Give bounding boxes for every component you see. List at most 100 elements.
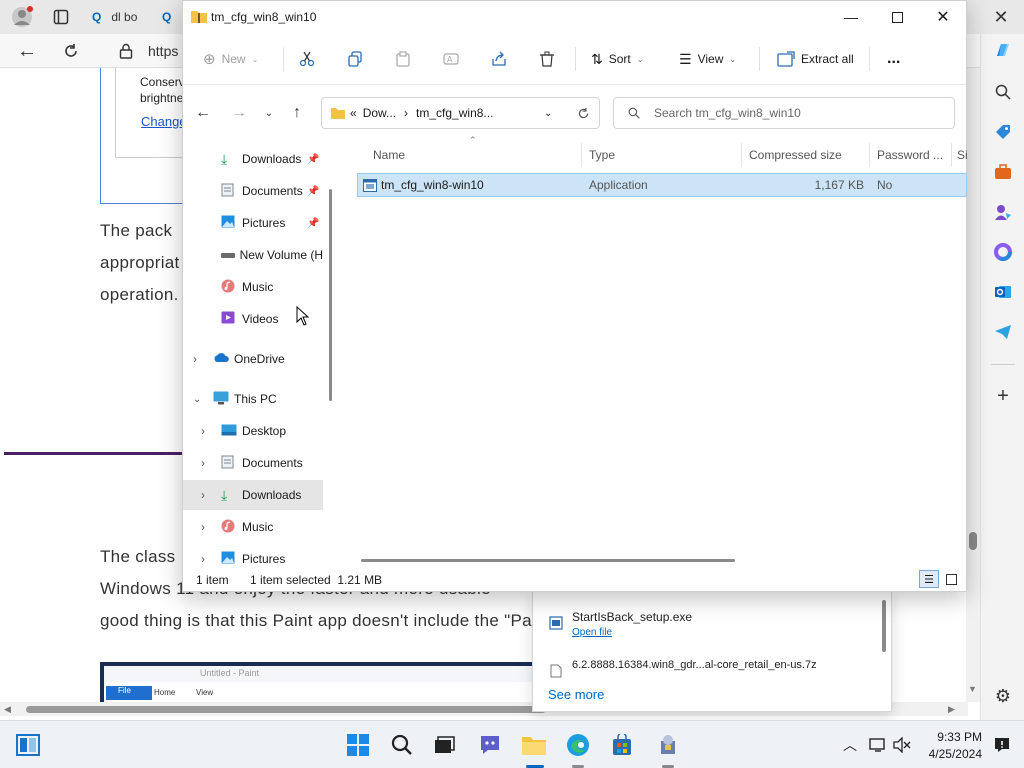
volume-muted-icon[interactable]: [886, 729, 918, 761]
open-file-link[interactable]: Open file: [572, 627, 612, 638]
path-segment[interactable]: tm_cfg_win8...: [416, 106, 493, 120]
nav-item-documents[interactable]: Documents 📌: [183, 176, 323, 206]
back-arrow-icon[interactable]: ←: [191, 101, 215, 125]
file-explorer-taskbar-icon[interactable]: [518, 729, 550, 761]
chevron-right-icon[interactable]: ›: [201, 424, 219, 438]
task-view-icon[interactable]: [428, 729, 460, 761]
new-button[interactable]: ⊕ New ⌄: [203, 47, 258, 71]
address-box[interactable]: « Dow... › tm_cfg_win8... ⌄: [321, 97, 600, 129]
file-row[interactable]: tm_cfg_win8-win10 Application 1,167 KB N…: [357, 173, 967, 197]
file-list-horizontal-scrollbar[interactable]: [361, 559, 735, 562]
share-button[interactable]: [491, 47, 507, 71]
tag-icon[interactable]: [991, 120, 1015, 144]
profile-avatar[interactable]: [10, 5, 34, 29]
tiles-view-icon[interactable]: [941, 570, 961, 588]
chevron-right-icon[interactable]: ›: [201, 488, 219, 502]
chevron-down-icon[interactable]: ⌄: [193, 394, 211, 405]
column-separator[interactable]: [741, 143, 742, 167]
add-icon[interactable]: +: [991, 384, 1015, 408]
refresh-icon[interactable]: [58, 39, 84, 63]
column-header-type[interactable]: Type: [589, 143, 739, 167]
rename-button[interactable]: A: [443, 47, 459, 71]
column-header-name[interactable]: Name: [373, 143, 581, 167]
installer-app-icon[interactable]: [652, 729, 684, 761]
up-arrow-icon[interactable]: ↑: [285, 101, 309, 125]
office-icon[interactable]: [991, 240, 1015, 264]
url-text[interactable]: https: [148, 43, 178, 59]
lock-icon[interactable]: [116, 41, 136, 61]
store-icon[interactable]: [606, 729, 638, 761]
scroll-thumb[interactable]: [26, 706, 546, 713]
delete-button[interactable]: [539, 47, 555, 71]
scroll-down-arrow[interactable]: ▼: [968, 684, 977, 694]
column-separator[interactable]: [581, 143, 582, 167]
nav-item-new-volume[interactable]: New Volume (H: [183, 240, 323, 270]
chevron-down-icon[interactable]: ⌄: [544, 108, 552, 119]
notification-icon[interactable]: [986, 729, 1018, 761]
copy-button[interactable]: [347, 47, 363, 71]
column-separator[interactable]: [951, 143, 952, 167]
column-header-size[interactable]: Si: [957, 143, 967, 167]
nav-item-music[interactable]: Music: [183, 272, 323, 302]
toolbox-icon[interactable]: [991, 160, 1015, 184]
details-view-icon[interactable]: ☰: [919, 570, 939, 588]
refresh-icon[interactable]: [571, 101, 595, 125]
nav-item-this-pc[interactable]: ⌄ This PC: [183, 384, 323, 414]
paste-button[interactable]: [395, 47, 411, 71]
column-header-password[interactable]: Password ...: [877, 143, 949, 167]
chevron-right-icon[interactable]: ›: [201, 520, 219, 534]
forward-arrow-icon[interactable]: →: [227, 101, 251, 125]
download-item-name[interactable]: StartIsBack_setup.exe: [572, 610, 692, 624]
search-box[interactable]: Search tm_cfg_win8_win10: [613, 97, 955, 129]
recent-locations-icon[interactable]: ⌄: [257, 101, 281, 125]
start-windows-icon[interactable]: [342, 729, 374, 761]
nav-item-pictures-pc[interactable]: › Pictures: [183, 544, 323, 567]
edge-browser-icon[interactable]: [562, 729, 594, 761]
chat-icon[interactable]: [474, 729, 506, 761]
games-icon[interactable]: [991, 200, 1015, 224]
more-options-button[interactable]: ...: [887, 47, 900, 71]
clock[interactable]: 9:33 PM 4/25/2024: [918, 730, 982, 761]
view-button[interactable]: ☰ View ⌄: [679, 47, 736, 71]
column-separator[interactable]: [869, 143, 870, 167]
see-more-link[interactable]: See more: [548, 687, 604, 702]
tab-search-2[interactable]: Q: [162, 6, 180, 28]
close-browser-icon[interactable]: ✕: [988, 5, 1014, 29]
nav-item-downloads[interactable]: ⤓ Downloads 📌: [183, 144, 323, 174]
scroll-thumb[interactable]: [969, 532, 977, 550]
close-icon[interactable]: ✕: [923, 3, 963, 31]
settings-gear-icon[interactable]: ⚙: [991, 684, 1015, 708]
chevron-right-icon[interactable]: ›: [193, 352, 211, 366]
extract-all-button[interactable]: Extract all: [777, 47, 854, 71]
nav-item-documents-pc[interactable]: › Documents: [183, 448, 323, 478]
chevron-right-icon[interactable]: ›: [201, 552, 219, 566]
path-overflow[interactable]: «: [350, 106, 357, 120]
telegram-icon[interactable]: [991, 320, 1015, 344]
path-segment[interactable]: Dow...: [363, 106, 396, 120]
nav-item-downloads-pc[interactable]: › ⤓ Downloads: [183, 480, 323, 510]
nav-item-pictures[interactable]: Pictures 📌: [183, 208, 323, 238]
nav-item-music-pc[interactable]: › Music: [183, 512, 323, 542]
copilot-icon[interactable]: [991, 38, 1015, 62]
card-link[interactable]: Change: [141, 114, 187, 129]
search-icon[interactable]: [386, 729, 418, 761]
tab-actions-icon[interactable]: [50, 6, 72, 28]
widgets-icon[interactable]: [12, 729, 44, 761]
download-item-name[interactable]: 6.2.8888.16384.win8_gdr...al-core_retail…: [572, 659, 817, 671]
back-icon[interactable]: ←: [14, 39, 40, 63]
flyout-scrollbar[interactable]: [882, 600, 886, 652]
sort-button[interactable]: ⇅ Sort ⌄: [591, 47, 643, 71]
column-header-compressed-size[interactable]: Compressed size: [749, 143, 867, 167]
tab-search[interactable]: Q dl bo: [92, 6, 156, 28]
page-vertical-scrollbar[interactable]: ▼: [966, 68, 980, 702]
scroll-right-arrow[interactable]: ▶: [948, 704, 955, 715]
nav-item-onedrive[interactable]: › OneDrive: [183, 344, 323, 374]
minimize-icon[interactable]: —: [831, 3, 871, 31]
maximize-icon[interactable]: [877, 3, 917, 31]
cut-button[interactable]: [299, 47, 315, 71]
scroll-left-arrow[interactable]: ◀: [4, 704, 11, 715]
chevron-right-icon[interactable]: ›: [201, 456, 219, 470]
search-icon[interactable]: [991, 80, 1015, 104]
nav-pane-scrollbar[interactable]: [329, 189, 332, 401]
outlook-icon[interactable]: [991, 280, 1015, 304]
